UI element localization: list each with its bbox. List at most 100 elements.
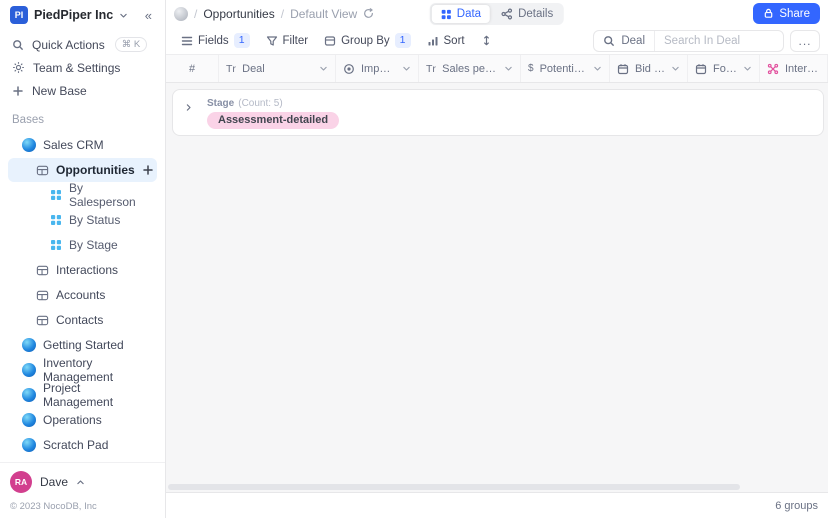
copyright: © 2023 NocoDB, Inc xyxy=(10,501,155,512)
sidebar-top: PI PiedPiper Inc « Quick Actions ⌘ K Tea… xyxy=(0,0,165,458)
sidebar-base-operations[interactable]: Operations xyxy=(8,408,157,432)
calendar-icon xyxy=(617,63,629,75)
view-label: By Salesperson xyxy=(69,181,151,209)
bases-section-label: Bases xyxy=(8,102,157,132)
shortcut-badge: ⌘ K xyxy=(115,37,147,52)
search-field-label: Deal xyxy=(621,35,645,47)
row-height-button[interactable] xyxy=(474,30,499,52)
sidebar-table-contacts[interactable]: Contacts xyxy=(8,308,157,332)
row-height-icon xyxy=(481,35,492,46)
table-icon xyxy=(36,264,49,277)
column-label: Deal xyxy=(242,63,265,75)
table-icon xyxy=(36,164,49,177)
text-field-icon: Tr xyxy=(226,63,236,75)
column-header-deal[interactable]: Tr Deal xyxy=(219,55,336,82)
filter-button[interactable]: Filter xyxy=(259,30,316,52)
team-settings-button[interactable]: Team & Settings xyxy=(8,56,157,79)
column-header-importance[interactable]: Importance xyxy=(336,55,419,82)
group-by-label: Group By xyxy=(341,35,390,47)
sidebar-view-by-stage[interactable]: By Stage xyxy=(8,233,157,257)
column-header-bid-submissi[interactable]: Bid submissi... xyxy=(610,55,688,82)
new-base-label: New Base xyxy=(32,84,87,98)
column-header-interactions[interactable]: Interactions xyxy=(760,55,828,82)
sidebar-base-getting-started[interactable]: Getting Started xyxy=(8,333,157,357)
toolbar-right: Deal ... xyxy=(593,30,820,52)
grid-view-icon xyxy=(50,239,62,251)
column-label: Importance xyxy=(361,63,396,75)
column-label: Sales person xyxy=(442,63,498,75)
sidebar-table-interactions[interactable]: Interactions xyxy=(8,258,157,282)
view-label: By Status xyxy=(69,213,120,227)
breadcrumb-separator: / xyxy=(194,7,197,21)
sort-button[interactable]: Sort xyxy=(420,30,472,52)
sidebar-base-sales-crm[interactable]: Sales CRM xyxy=(8,133,157,157)
new-base-button[interactable]: New Base xyxy=(8,79,157,102)
user-menu[interactable]: RA Dave xyxy=(10,471,155,493)
quick-actions-button[interactable]: Quick Actions ⌘ K xyxy=(8,33,157,56)
column-label: # xyxy=(189,63,195,75)
breadcrumb-view[interactable]: Default View xyxy=(290,7,357,21)
base-crumb-icon xyxy=(174,7,188,21)
breadcrumb-table[interactable]: Opportunities xyxy=(203,7,274,21)
column-header-potential-revenue[interactable]: $Potential revenue xyxy=(521,55,610,82)
tab-data[interactable]: Data xyxy=(432,5,490,23)
group-count-label: (Count: 5) xyxy=(238,98,282,109)
sidebar-base-project-management[interactable]: Project Management xyxy=(8,383,157,407)
base-label: Inventory Management xyxy=(43,356,151,384)
workspace-switcher[interactable]: PI PiedPiper Inc « xyxy=(8,5,157,33)
refresh-icon[interactable] xyxy=(363,8,374,19)
add-view-icon[interactable] xyxy=(142,164,154,176)
chevron-right-icon[interactable] xyxy=(184,103,193,112)
column-header-[interactable]: # xyxy=(166,55,219,82)
table-label: Interactions xyxy=(56,263,118,277)
grid-header: # Tr Deal Importance TrSales person$Potentia… xyxy=(166,55,828,83)
sort-icon xyxy=(427,35,439,47)
bases-container: Getting Started Inventory ManagementProje… xyxy=(8,333,157,457)
table-icon xyxy=(36,314,49,327)
grid-view-icon xyxy=(50,214,62,226)
group-by-icon xyxy=(324,35,336,47)
sidebar-view-by-salesperson[interactable]: By Salesperson xyxy=(8,183,157,207)
base-label: Scratch Pad xyxy=(43,438,108,452)
sidebar-table-accounts[interactable]: Accounts xyxy=(8,283,157,307)
chevron-down-icon xyxy=(504,64,513,73)
base-icon xyxy=(22,138,36,152)
column-header-forecasted[interactable]: Forecasted... xyxy=(688,55,760,82)
groups-count-label: 6 groups xyxy=(775,500,818,512)
app: PI PiedPiper Inc « Quick Actions ⌘ K Tea… xyxy=(0,0,828,518)
group-by-button[interactable]: Group By 1 xyxy=(317,30,417,52)
sidebar-base-inventory-management[interactable]: Inventory Management xyxy=(8,358,157,382)
more-options-button[interactable]: ... xyxy=(790,30,820,52)
grid-view-icon xyxy=(50,189,62,201)
base-label: Getting Started xyxy=(43,338,124,352)
calendar-icon xyxy=(695,63,707,75)
user-name: Dave xyxy=(40,475,68,489)
group-by-count-badge: 1 xyxy=(395,33,411,48)
search-icon xyxy=(12,39,24,51)
sidebar-base-scratch-pad[interactable]: Scratch Pad xyxy=(8,433,157,457)
team-settings-label: Team & Settings xyxy=(33,61,120,75)
table-icon xyxy=(36,289,49,302)
group-label-row: Stage(Count: 5) xyxy=(207,95,815,109)
sidebar-collapse-button[interactable]: « xyxy=(142,8,155,23)
sidebar-view-by-status[interactable]: By Status xyxy=(8,208,157,232)
base-icon xyxy=(22,363,36,377)
groups-container: Stage(Count: 5)Assessment-detailed xyxy=(172,89,824,136)
search-field-selector[interactable]: Deal xyxy=(594,31,655,51)
tab-details[interactable]: Details xyxy=(492,5,562,23)
search-box: Deal xyxy=(593,30,784,52)
horizontal-scrollbar[interactable] xyxy=(168,484,740,490)
sidebar-table-opportunities[interactable]: Opportunities xyxy=(8,158,157,182)
column-header-sales-person[interactable]: TrSales person xyxy=(419,55,521,82)
base-icon xyxy=(22,388,36,402)
fields-button[interactable]: Fields 1 xyxy=(174,30,257,52)
share-label: Share xyxy=(779,8,810,20)
group-header: Stage(Count: 5)Assessment-detailed xyxy=(173,90,823,135)
search-input[interactable] xyxy=(655,35,783,47)
topbar: / Opportunities / Default View Data Deta… xyxy=(166,0,828,27)
grid-body: Stage(Count: 5)Assessment-detailed xyxy=(166,83,828,492)
view-mode-tabs: Data Details xyxy=(430,3,564,25)
share-button[interactable]: Share xyxy=(753,3,820,24)
workspace-logo: PI xyxy=(10,6,28,24)
breadcrumb-separator: / xyxy=(281,7,284,21)
